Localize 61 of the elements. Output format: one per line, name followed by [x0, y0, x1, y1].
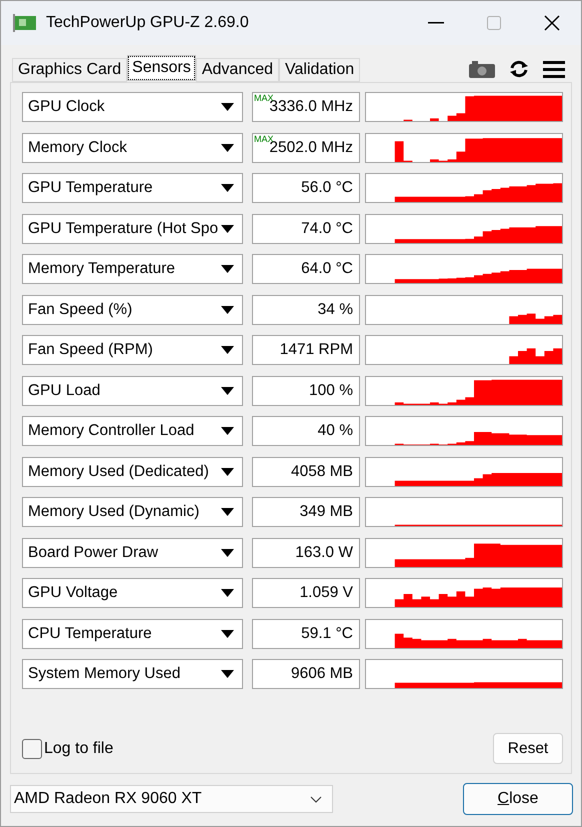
refresh-icon[interactable] [509, 60, 529, 78]
sensor-dropdown[interactable]: CPU Temperature [22, 618, 243, 648]
sensor-dropdown[interactable]: Memory Used (Dedicated) [22, 456, 243, 486]
caret-icon [221, 265, 234, 273]
maximize-icon [487, 16, 501, 30]
reset-button[interactable]: Reset [493, 733, 563, 764]
sensor-value: 56.0 °C [252, 173, 360, 203]
close-button[interactable]: Close [463, 783, 573, 815]
sensor-value: 74.0 °C [252, 214, 360, 244]
close-icon [544, 15, 560, 31]
graphics-card-icon [13, 14, 37, 32]
caret-icon [221, 508, 234, 516]
sensor-dropdown[interactable]: Memory Used (Dynamic) [22, 497, 243, 527]
log-checkbox[interactable] [22, 738, 42, 758]
sensor-value: 9606 MB [252, 659, 360, 689]
log-label: Log to file [44, 738, 114, 758]
sensor-dropdown[interactable]: Fan Speed (RPM) [22, 335, 243, 365]
minimize-icon [428, 22, 444, 24]
caret-icon [221, 144, 234, 152]
sensor-value: 59.1 °C [252, 618, 360, 648]
sensor-value: 100 % [252, 376, 360, 406]
tab[interactable]: Validation [279, 58, 360, 82]
sensor-value: 163.0 W [252, 538, 360, 568]
caret-icon [221, 184, 234, 192]
sensor-value: 1471 RPM [252, 335, 360, 365]
sensor-value: 40 % [252, 416, 360, 446]
sensor-value: 34 % [252, 294, 360, 324]
sensor-value: 1.059 V [252, 578, 360, 608]
caret-icon [221, 589, 234, 597]
device-select[interactable]: AMD Radeon RX 9060 XT [10, 785, 333, 813]
tab[interactable]: Sensors [127, 55, 196, 81]
sensor-dropdown[interactable]: GPU Load [22, 376, 243, 406]
tab[interactable]: Advanced [196, 58, 280, 82]
caret-icon [221, 346, 234, 354]
caret-icon [221, 224, 234, 232]
sensor-value: 349 MB [252, 497, 360, 527]
tab[interactable]: Graphics Card [12, 58, 128, 82]
caret-icon [221, 670, 234, 678]
sensor-dropdown[interactable]: Memory Controller Load [22, 416, 243, 446]
caret-icon [221, 548, 234, 556]
caret-icon [221, 468, 234, 476]
caret-icon [221, 427, 234, 435]
caret-icon [221, 306, 234, 314]
sensor-dropdown[interactable]: Fan Speed (%) [22, 294, 243, 324]
window-title: TechPowerUp GPU-Z 2.69.0 [46, 13, 249, 33]
chevron-down-icon [310, 796, 322, 802]
caret-icon [221, 103, 234, 111]
sensor-dropdown[interactable]: GPU Temperature [22, 173, 243, 203]
sensor-value: 64.0 °C [252, 254, 360, 284]
sensor-dropdown[interactable]: Memory Clock [22, 132, 243, 162]
sensor-value: 4058 MB [252, 456, 360, 486]
caret-icon [221, 386, 234, 394]
sensor-dropdown[interactable]: GPU Voltage [22, 578, 243, 608]
sensor-dropdown[interactable]: Memory Temperature [22, 254, 243, 284]
camera-icon[interactable] [469, 60, 495, 78]
caret-icon [221, 630, 234, 638]
sensor-dropdown[interactable]: GPU Clock [22, 92, 243, 122]
sensor-dropdown[interactable]: GPU Temperature (Hot Spo [22, 214, 243, 244]
sensor-dropdown[interactable]: Board Power Draw [22, 538, 243, 568]
sensor-dropdown[interactable]: System Memory Used [22, 659, 243, 689]
menu-icon[interactable] [543, 60, 565, 78]
